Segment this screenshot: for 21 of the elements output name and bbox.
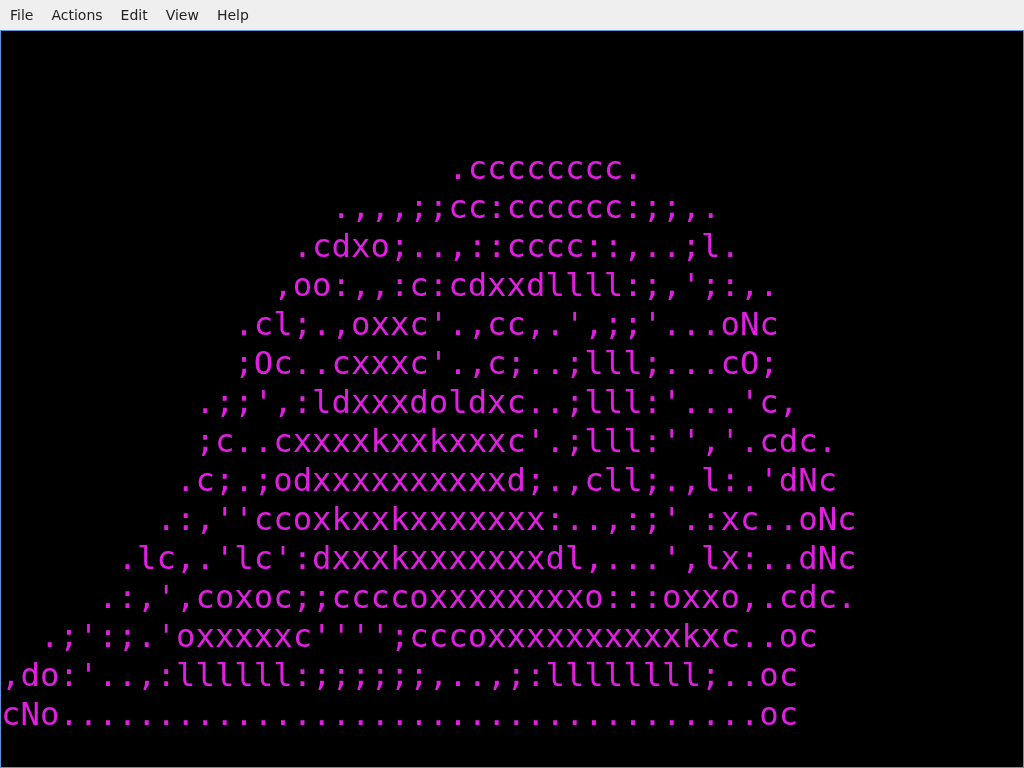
- ascii-art-line: .cccccccc.: [448, 149, 643, 187]
- ascii-art-line: .cdxo;..,::cccc::,..;l.: [292, 227, 740, 265]
- ascii-art-line: .;':;.'oxxxxxc'''';cccoxxxxxxxxxxkxc..oc: [39, 617, 818, 655]
- ascii-art-line: .,,,;;cc:cccccc:;;,.: [331, 188, 721, 226]
- ascii-art-line: .:,''ccoxkxxkxxxxxxx:..,:;'.:xc..oNc: [156, 500, 857, 538]
- ascii-art-line: ,oo:,,:c:cdxxdllll:;,';:,.: [273, 266, 779, 304]
- terminal-area[interactable]: [0, 30, 1024, 768]
- menu-item[interactable]: Help: [208, 2, 257, 28]
- ascii-art-line: cNo....................................oc: [1, 695, 799, 733]
- ascii-art-line: .c;.;odxxxxxxxxxxd;.,cll;.,l:.'dNc: [176, 461, 838, 499]
- ascii-art-line: .;;',:ldxxxdoldxc..;lll:'...'c,: [195, 383, 799, 421]
- menu-item[interactable]: Edit: [112, 2, 156, 28]
- ascii-art-line: .lc,.'lc':dxxxkxxxxxxxdl,...',lx:..dNc: [117, 539, 857, 577]
- ascii-art-line: ;c..cxxxxkxxkxxxc'.;lll:'','.cdc.: [195, 422, 838, 460]
- ascii-art-line: ,do:'..,:llllll:;;;;;;,..,;:llllllll;..oc: [1, 656, 799, 694]
- menu-item[interactable]: View: [157, 2, 207, 28]
- menu-item[interactable]: Actions: [43, 2, 111, 28]
- ascii-art-line: ;Oc..cxxxc'.,c;..;lll;...cO;: [234, 344, 779, 382]
- ascii-art-line: .cl;.,oxxc'.,cc,.',;;'...oNc: [234, 305, 779, 343]
- ascii-art-line: .:,',coxoc;;ccccoxxxxxxxxo:::oxxo,.cdc.: [98, 578, 857, 616]
- menu-item[interactable]: File: [2, 2, 42, 28]
